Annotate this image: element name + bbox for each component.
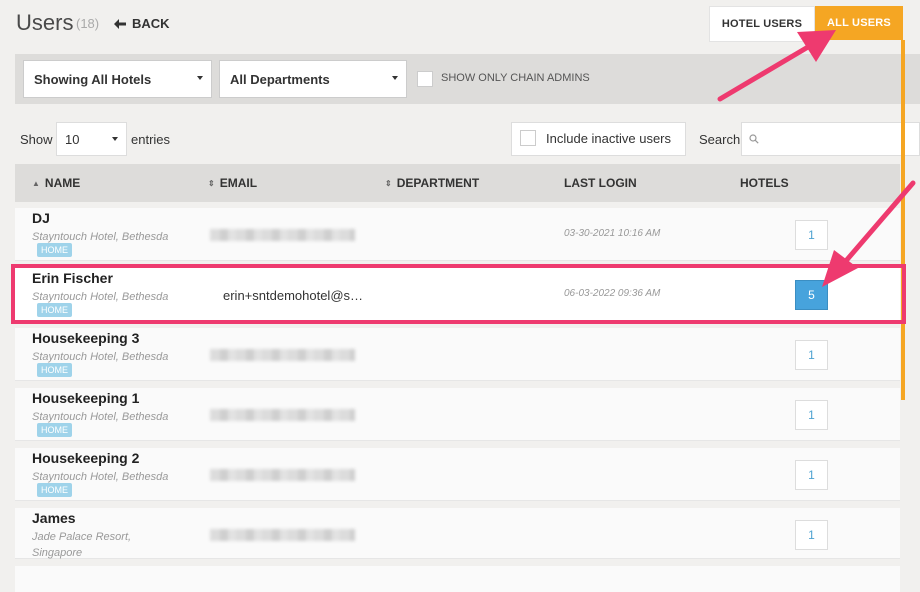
column-last-login: LAST LOGIN <box>564 176 637 190</box>
home-badge: HOME <box>37 423 72 437</box>
hotels-count-button[interactable]: 1 <box>795 340 828 370</box>
user-name[interactable]: Erin Fischer <box>32 270 113 286</box>
user-tabs: HOTEL USERS ALL USERS <box>709 6 903 42</box>
home-badge: HOME <box>37 483 72 497</box>
hotels-count-button[interactable]: 5 <box>795 280 828 310</box>
caret-down-icon <box>392 76 398 80</box>
include-inactive-label: Include inactive users <box>546 131 672 146</box>
scroll-accent <box>901 40 905 400</box>
home-badge: HOME <box>37 303 72 317</box>
hotels-count-button[interactable]: 1 <box>795 460 828 490</box>
entries-label: entries <box>131 132 171 147</box>
entries-select[interactable]: 10 <box>56 122 127 156</box>
sort-icon: ⇕ <box>208 178 215 188</box>
column-name[interactable]: ▲ NAME <box>32 176 80 190</box>
include-inactive-checkbox[interactable] <box>520 130 536 146</box>
back-button[interactable]: BACK <box>114 16 170 31</box>
table-row[interactable]: Housekeeping 2 Stayntouch Hotel, Bethesd… <box>15 448 900 501</box>
table-row <box>15 566 900 592</box>
last-login: 06-03-2022 09:36 AM <box>564 288 661 299</box>
redacted-email <box>210 409 355 421</box>
page-title: Users <box>16 10 74 35</box>
show-label: Show <box>20 132 53 147</box>
user-name[interactable]: Housekeeping 1 <box>32 390 139 406</box>
tab-hotel-users[interactable]: HOTEL USERS <box>709 6 815 42</box>
redacted-email <box>210 349 355 361</box>
caret-down-icon <box>112 137 118 141</box>
caret-down-icon <box>197 76 203 80</box>
user-name[interactable]: DJ <box>32 210 50 226</box>
hotels-count-button[interactable]: 1 <box>795 520 828 550</box>
search-input[interactable] <box>741 122 920 156</box>
user-name[interactable]: Housekeeping 2 <box>32 450 139 466</box>
table-row[interactable]: DJ Stayntouch Hotel, Bethesda HOME 03-30… <box>15 208 900 261</box>
column-hotels: HOTELS <box>740 176 789 190</box>
table-row[interactable]: Erin Fischer Stayntouch Hotel, Bethesda … <box>15 268 900 321</box>
arrow-left-icon <box>114 18 126 29</box>
search-label: Search <box>699 132 741 147</box>
user-count: (18) <box>76 16 100 31</box>
last-login: 03-30-2021 10:16 AM <box>564 228 661 239</box>
chain-admins-checkbox[interactable] <box>417 71 433 87</box>
redacted-email <box>210 469 355 481</box>
search-icon <box>749 134 759 144</box>
home-badge: HOME <box>37 243 72 257</box>
user-hotel: Jade Palace Resort, Singapore <box>32 531 132 559</box>
chain-admins-label: SHOW ONLY CHAIN ADMINS <box>441 72 590 84</box>
table-row[interactable]: Housekeeping 3 Stayntouch Hotel, Bethesd… <box>15 328 900 381</box>
department-select[interactable]: All Departments <box>219 60 407 98</box>
hotels-count-button[interactable]: 1 <box>795 400 828 430</box>
table-row[interactable]: Housekeeping 1 Stayntouch Hotel, Bethesd… <box>15 388 900 441</box>
back-label: BACK <box>132 16 170 31</box>
tab-all-users[interactable]: ALL USERS <box>815 6 903 40</box>
column-email[interactable]: ⇕ EMAIL <box>208 176 257 190</box>
department-select-value: All Departments <box>230 71 330 87</box>
table-row[interactable]: James Jade Palace Resort, Singapore 1 <box>15 508 900 559</box>
sort-icon: ⇕ <box>385 178 392 188</box>
entries-select-value: 10 <box>65 131 80 147</box>
column-department[interactable]: ⇕ DEPARTMENT <box>385 176 479 190</box>
hotel-select-value: Showing All Hotels <box>34 71 152 87</box>
user-email: erin+sntdemohotel@s… <box>223 288 364 303</box>
hotel-select[interactable]: Showing All Hotels <box>23 60 212 98</box>
user-name[interactable]: James <box>32 510 76 526</box>
redacted-email <box>210 529 355 541</box>
hotels-count-button[interactable]: 1 <box>795 220 828 250</box>
sort-asc-icon: ▲ <box>32 178 40 188</box>
redacted-email <box>210 229 355 241</box>
home-badge: HOME <box>37 363 72 377</box>
user-name[interactable]: Housekeeping 3 <box>32 330 139 346</box>
